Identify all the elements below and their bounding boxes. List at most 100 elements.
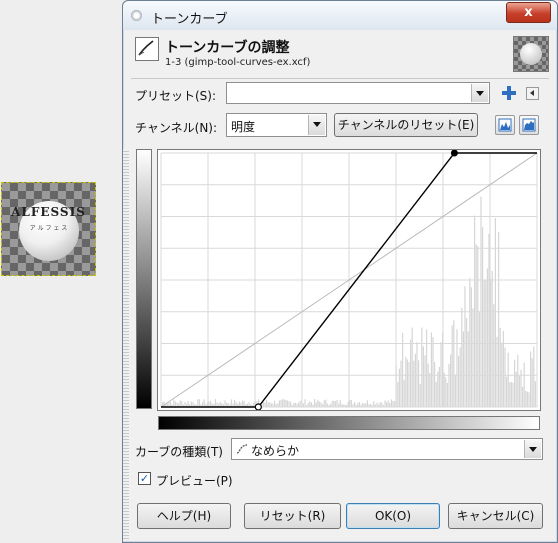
histogram-bar bbox=[365, 403, 367, 407]
dialog-header: トーンカーブの調整 1-3 (gimp-tool-curves-ex.xcf) bbox=[131, 35, 551, 75]
histogram-bar bbox=[293, 403, 295, 407]
histogram-bar bbox=[173, 399, 175, 407]
cancel-button[interactable]: キャンセル(C) bbox=[448, 503, 543, 529]
histogram-bar bbox=[499, 328, 501, 407]
histogram-bar bbox=[373, 401, 375, 407]
curves-graph[interactable] bbox=[157, 149, 541, 411]
histogram-bar bbox=[338, 403, 340, 407]
curve-type-combo[interactable]: なめらか bbox=[231, 438, 543, 460]
dialog-heading: トーンカーブの調整 bbox=[165, 40, 290, 56]
histogram-bar bbox=[534, 381, 536, 407]
histogram-bar bbox=[419, 383, 421, 407]
histogram-bar bbox=[528, 392, 530, 407]
curve-plot[interactable] bbox=[158, 150, 540, 410]
histogram-bar bbox=[283, 399, 285, 407]
histogram-bar bbox=[406, 359, 408, 407]
close-button[interactable]: x bbox=[506, 2, 551, 23]
histogram-bar bbox=[410, 339, 412, 407]
histogram-bar bbox=[494, 217, 496, 407]
histogram-bar bbox=[496, 336, 498, 407]
histogram-bar bbox=[280, 399, 282, 407]
histogram-bar bbox=[290, 401, 292, 407]
image-name: 1-3 (gimp-tool-curves-ex.xcf) bbox=[165, 57, 311, 68]
help-button[interactable]: ヘルプ(H) bbox=[137, 503, 231, 529]
histogram-bar bbox=[523, 362, 525, 407]
resize-grip[interactable] bbox=[123, 149, 129, 541]
histogram-bar bbox=[314, 399, 316, 407]
histogram-bar bbox=[298, 402, 300, 407]
histogram-bar bbox=[446, 382, 448, 407]
histogram-bar bbox=[440, 342, 442, 407]
title-bar[interactable]: トーンカーブ x bbox=[123, 1, 557, 30]
histogram-bar bbox=[179, 400, 181, 407]
histogram-bar bbox=[462, 331, 464, 407]
ok-button[interactable]: OK(O) bbox=[346, 503, 440, 529]
histogram-bar bbox=[438, 366, 440, 407]
histogram-bar bbox=[286, 400, 288, 407]
histogram-bar bbox=[405, 357, 407, 407]
histogram-bar bbox=[424, 355, 426, 407]
histogram-bar bbox=[288, 401, 290, 407]
histogram-bar bbox=[414, 353, 416, 407]
histogram-bar bbox=[216, 402, 218, 407]
histogram-bar bbox=[517, 354, 519, 407]
preview-label[interactable]: プレビュー(P) bbox=[156, 472, 233, 489]
channel-label: チャンネル(N): bbox=[135, 121, 218, 135]
log-histogram-icon bbox=[522, 118, 536, 132]
histogram-bar bbox=[262, 402, 264, 407]
input-gradient-bar bbox=[158, 416, 540, 430]
histogram-bar bbox=[432, 337, 434, 407]
histogram-bar bbox=[470, 287, 472, 407]
histogram-bar bbox=[486, 268, 488, 407]
histogram-bar bbox=[387, 400, 389, 407]
histogram-bar bbox=[198, 399, 200, 407]
curves-tool-icon bbox=[135, 37, 159, 61]
gimp-icon bbox=[131, 10, 142, 21]
channel-combo[interactable]: 明度 bbox=[226, 113, 327, 137]
linear-histogram-button[interactable] bbox=[495, 115, 515, 135]
histogram-bar bbox=[339, 400, 341, 407]
histogram-bar bbox=[504, 347, 506, 407]
histogram-bar bbox=[526, 391, 528, 407]
histogram-bar bbox=[278, 400, 280, 407]
histogram-bar bbox=[498, 231, 500, 407]
add-preset-icon[interactable] bbox=[502, 86, 516, 100]
histogram-bar bbox=[458, 356, 460, 407]
histogram-bar bbox=[416, 341, 418, 407]
histogram-bar bbox=[411, 327, 413, 407]
chevron-down-icon[interactable] bbox=[471, 84, 488, 102]
divider bbox=[131, 78, 549, 79]
histogram-bar bbox=[472, 308, 474, 407]
chevron-down-icon[interactable] bbox=[308, 115, 325, 135]
chevron-down-icon[interactable] bbox=[524, 440, 541, 458]
curve-type-label: カーブの種類(T) bbox=[135, 445, 223, 459]
histogram-bar bbox=[408, 362, 410, 407]
histogram-bar bbox=[266, 399, 268, 407]
preset-menu-icon[interactable] bbox=[526, 87, 539, 100]
histogram-bar bbox=[514, 359, 516, 407]
histogram-bar bbox=[522, 386, 524, 407]
histogram-bar bbox=[304, 399, 306, 407]
histogram-bar bbox=[363, 403, 365, 407]
reset-channel-button[interactable]: チャンネルのリセット(E) bbox=[334, 113, 478, 137]
smooth-curve-icon bbox=[236, 443, 248, 458]
log-histogram-button[interactable] bbox=[519, 115, 539, 135]
preview-checkbox[interactable]: ✓ bbox=[138, 472, 151, 485]
control-point bbox=[450, 150, 458, 157]
histogram-bar bbox=[466, 318, 468, 407]
histogram-bar bbox=[238, 401, 240, 407]
preset-combo[interactable] bbox=[226, 82, 490, 104]
histogram-bar bbox=[386, 402, 388, 407]
histogram-bar bbox=[274, 400, 276, 407]
logo-subtext: ア ル フ ェ ス bbox=[29, 225, 68, 232]
histogram-bar bbox=[235, 402, 237, 407]
histogram-bar bbox=[315, 402, 317, 407]
window-title: トーンカーブ bbox=[151, 12, 228, 27]
reset-button[interactable]: リセット(R) bbox=[244, 503, 341, 529]
histogram-bar bbox=[307, 402, 309, 407]
histogram-bar bbox=[426, 329, 428, 407]
histogram-bar bbox=[518, 375, 520, 407]
histogram-bar bbox=[184, 402, 186, 407]
histogram-bar bbox=[214, 399, 216, 407]
histogram-bar bbox=[427, 363, 429, 407]
